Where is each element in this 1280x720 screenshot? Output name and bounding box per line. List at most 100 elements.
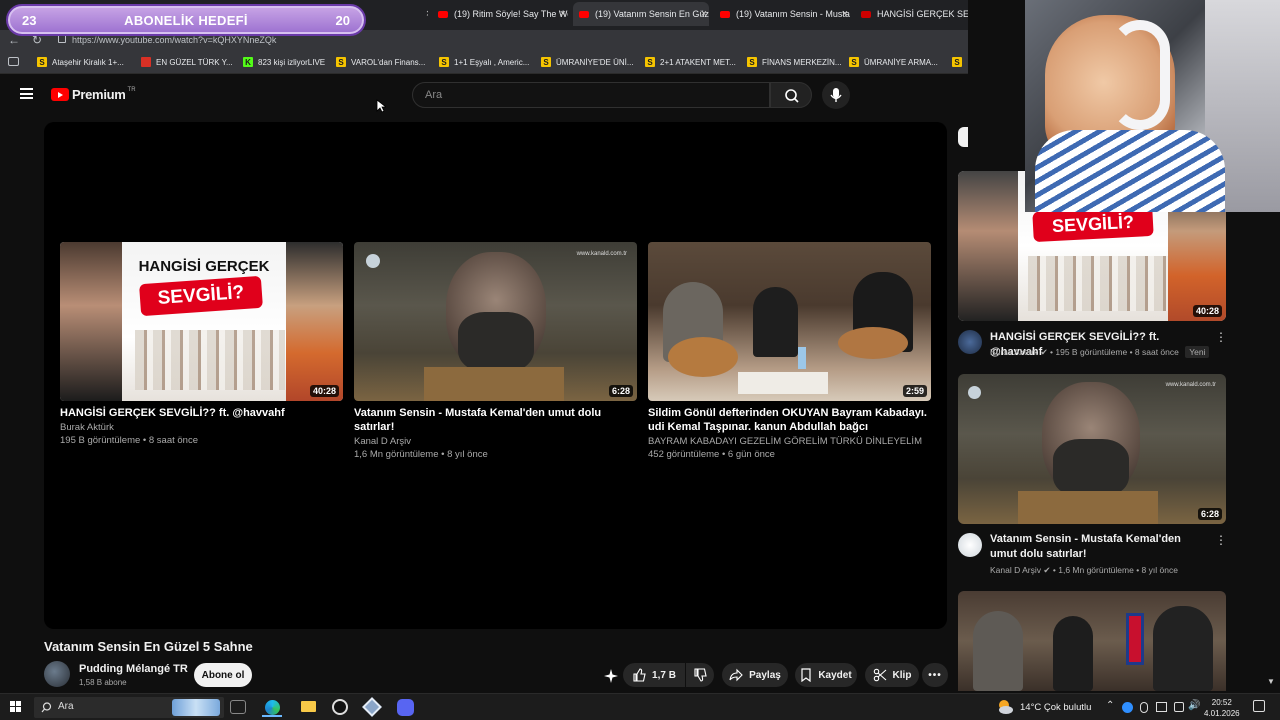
scroll-down-arrow-icon[interactable]: ▼: [1267, 677, 1275, 686]
chevron-up-icon[interactable]: ⌃: [1106, 700, 1114, 711]
channel-name[interactable]: BAYRAM KABADAYI GEZELİM GÖRELİM TÜRKÜ Dİ…: [648, 436, 931, 447]
url-field[interactable]: https://www.youtube.com/watch?v=kQHXYNne…: [72, 35, 276, 45]
video-thumbnail[interactable]: HANGİSİ GERÇEK SEVGİLİ? 40:28: [60, 242, 343, 401]
bookmark-item[interactable]: S 2+1 ATAKENT MET...: [645, 57, 736, 67]
avatar[interactable]: [958, 533, 982, 557]
new-badge: Yeni: [1185, 346, 1210, 358]
endscreen-video-card[interactable]: HANGİSİ GERÇEK SEVGİLİ? 40:28 HANGİSİ GE…: [60, 242, 343, 446]
video-title[interactable]: Vatanım Sensin - Mustafa Kemal'den umut …: [354, 406, 637, 434]
video-thumbnail[interactable]: 2:59: [648, 242, 931, 401]
search-highlight-image: [172, 699, 220, 716]
search-input[interactable]: Ara: [412, 82, 770, 108]
video-title[interactable]: HANGİSİ GERÇEK SEVGİLİ?? ft. @havvahf: [60, 406, 343, 420]
video-title[interactable]: Vatanım Sensin - Mustafa Kemal'den umut …: [990, 532, 1205, 562]
notification-icon[interactable]: [1253, 700, 1265, 712]
menu-icon[interactable]: [20, 88, 33, 99]
share-icon: [729, 668, 743, 682]
file-explorer-icon[interactable]: [298, 698, 318, 717]
task-view-icon[interactable]: [230, 700, 246, 714]
browser-tab[interactable]: HANGİSİ GERÇEK SEVGİLİ?: [855, 2, 968, 26]
display-icon[interactable]: [1174, 702, 1184, 712]
bookmark-item[interactable]: S ÜMRANİYE'DE ÜNİ...: [541, 57, 634, 67]
endscreen-video-card[interactable]: www.kanald.com.tr 6:28 Vatanım Sensin - …: [354, 242, 637, 460]
more-options-icon[interactable]: ⋮: [1215, 533, 1227, 547]
taskbar-search-input[interactable]: Ara: [34, 697, 224, 718]
thumbnail-text: HANGİSİ GERÇEK: [138, 258, 270, 275]
video-title[interactable]: Sildim Gönül defterinden OKUYAN Bayram K…: [648, 406, 931, 434]
bookmark-item[interactable]: S FİNANS MERKEZİN...: [747, 57, 842, 67]
bookmark-s-icon: S: [952, 57, 962, 67]
bookmark-item[interactable]: S 1+1 Eşyalı , Americ...: [439, 57, 529, 67]
search-button[interactable]: [770, 82, 812, 108]
goal-target-count: 20: [335, 12, 350, 28]
endscreen-video-card[interactable]: 2:59 Sildim Gönül defterinden OKUYAN Bay…: [648, 242, 931, 460]
windows-start-icon[interactable]: [10, 701, 22, 713]
channel-name[interactable]: Pudding Mélangé TR: [79, 663, 188, 675]
tab-close-icon[interactable]: ×: [420, 2, 428, 26]
browser-tab-active[interactable]: (19) Vatanım Sensin En Güzel ×: [573, 2, 709, 26]
video-duration: 40:28: [1192, 305, 1222, 317]
browser-tab[interactable]: (19) Ritim Söyle! Say The Wo ×: [432, 2, 568, 26]
close-icon[interactable]: ×: [701, 8, 707, 20]
bookmarks-bar: S Ataşehir Kiralık 1+... EN GÜZEL TÜRK Y.…: [0, 52, 968, 74]
dislike-button[interactable]: [686, 663, 714, 687]
video-thumbnail[interactable]: www.kanald.com.tr 6:28: [354, 242, 637, 401]
bookmark-item[interactable]: S: [952, 57, 967, 67]
close-icon[interactable]: ×: [842, 8, 848, 20]
close-icon[interactable]: ×: [560, 8, 566, 20]
video-thumbnail[interactable]: www.kanald.com.tr 6:28: [958, 374, 1226, 524]
clock-time: 20:52: [1211, 698, 1232, 707]
app-icon[interactable]: [362, 697, 382, 717]
bookmark-item[interactable]: EN GÜZEL TÜRK Y...: [141, 57, 233, 67]
weather-cloud-icon: [999, 700, 1013, 714]
avatar[interactable]: [958, 330, 982, 354]
like-button[interactable]: 1,7 B: [623, 663, 685, 687]
channel-name[interactable]: Kanal D Arşiv: [354, 436, 637, 447]
microphone-tray-icon[interactable]: [1140, 702, 1148, 713]
thumbs-down-icon: [694, 668, 707, 682]
clip-button[interactable]: Klip: [865, 663, 919, 687]
channel-watermark-icon: [968, 386, 981, 399]
avatar[interactable]: [44, 661, 70, 687]
sparkle-icon[interactable]: [604, 669, 618, 683]
voice-search-button[interactable]: [822, 81, 850, 109]
bookmark-item[interactable]: S Ataşehir Kiralık 1+...: [37, 57, 124, 67]
edge-browser-icon[interactable]: [262, 698, 282, 717]
site-info-icon[interactable]: [58, 35, 66, 43]
clock[interactable]: 20:52 4.01.2026: [1204, 697, 1240, 719]
bookmark-item[interactable]: S ÜMRANİYE ARMA...: [849, 57, 938, 67]
save-button[interactable]: Kaydet: [795, 663, 857, 687]
channel-name[interactable]: Burak Aktürk: [60, 422, 343, 433]
video-meta: Kanal D Arşiv ✔ • 1,6 Mn görüntüleme • 8…: [990, 565, 1178, 575]
video-duration: 6:28: [608, 385, 633, 397]
more-actions-button[interactable]: •••: [922, 663, 948, 687]
discord-icon[interactable]: [395, 698, 415, 717]
youtube-logo[interactable]: Premium TR: [51, 87, 136, 102]
play-logo-icon: [51, 88, 69, 101]
thumbnail-watermark: www.kanald.com.tr: [1165, 382, 1216, 388]
verified-icon: ✔: [1040, 347, 1048, 357]
video-duration: 6:28: [1197, 508, 1222, 520]
youtube-icon: [438, 10, 448, 18]
video-thumbnail[interactable]: [958, 591, 1226, 691]
browser-tab[interactable]: (19) Vatanım Sensin - Mustaf ×: [714, 2, 850, 26]
chip-partial[interactable]: [958, 127, 968, 147]
bookmark-item[interactable]: S VAROL'dan Finans...: [336, 57, 425, 67]
network-icon[interactable]: [1156, 702, 1167, 712]
reading-list-icon[interactable]: [8, 57, 19, 66]
video-title: Vatanım Sensin En Güzel 5 Sahne: [44, 639, 253, 654]
more-options-icon[interactable]: ⋮: [1215, 330, 1227, 344]
youtube-icon: [720, 10, 730, 18]
bookmark-s-icon: S: [336, 57, 346, 67]
mouse-cursor-icon: [376, 99, 386, 113]
subscribe-button[interactable]: Abone ol: [194, 663, 252, 687]
obs-icon[interactable]: [330, 698, 350, 717]
bookmark-item[interactable]: K 823 kişi izliyorLIVE: [243, 57, 325, 67]
can-icon: [1126, 613, 1144, 665]
tray-app-icon[interactable]: [1122, 702, 1133, 713]
share-button[interactable]: Paylaş: [722, 663, 788, 687]
bookmark-icon: [801, 668, 811, 682]
weather-text[interactable]: 14°C Çok bulutlu: [1020, 702, 1091, 713]
volume-icon[interactable]: 🔊: [1188, 700, 1200, 711]
verified-icon: ✔: [1043, 565, 1051, 575]
